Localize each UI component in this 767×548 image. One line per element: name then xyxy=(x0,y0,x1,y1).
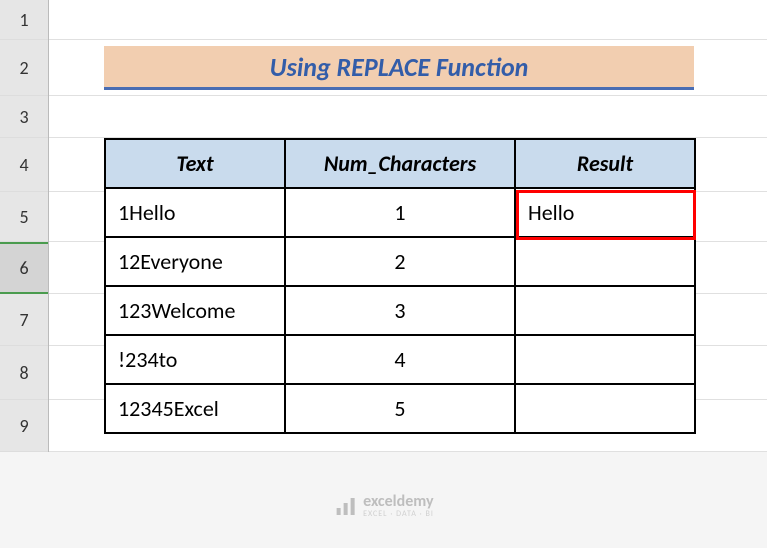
page-title: Using REPLACE Function xyxy=(270,51,529,83)
cell-result[interactable]: Hello xyxy=(515,188,695,237)
header-result[interactable]: Result xyxy=(515,139,695,188)
watermark-sub: EXCEL · DATA · BI xyxy=(363,510,434,518)
cell-text[interactable]: 123Welcome xyxy=(105,286,285,335)
header-text[interactable]: Text xyxy=(105,139,285,188)
row-header-7[interactable]: 7 xyxy=(0,294,48,346)
table-row: 123Welcome 3 xyxy=(105,286,695,335)
cell-num[interactable]: 4 xyxy=(285,335,515,384)
watermark-text: exceldemy EXCEL · DATA · BI xyxy=(363,494,434,518)
watermark-main: exceldemy xyxy=(363,494,434,510)
data-table: Text Num_Characters Result 1Hello 1 Hell… xyxy=(104,138,696,434)
table-row: 12Everyone 2 xyxy=(105,237,695,286)
watermark: exceldemy EXCEL · DATA · BI xyxy=(333,494,434,518)
row-header-8[interactable]: 8 xyxy=(0,346,48,400)
header-num[interactable]: Num_Characters xyxy=(285,139,515,188)
cell-text[interactable]: !234to xyxy=(105,335,285,384)
cell-text[interactable]: 12Everyone xyxy=(105,237,285,286)
cell-num[interactable]: 5 xyxy=(285,384,515,433)
row-header-6[interactable]: 6 xyxy=(0,242,48,294)
cell-text[interactable]: 12345Excel xyxy=(105,384,285,433)
title-banner: Using REPLACE Function xyxy=(104,46,694,90)
row-header-5[interactable]: 5 xyxy=(0,192,48,242)
row-header-9[interactable]: 9 xyxy=(0,400,48,452)
row-header-3[interactable]: 3 xyxy=(0,96,48,138)
table-header-row: Text Num_Characters Result xyxy=(105,139,695,188)
row-header-2[interactable]: 2 xyxy=(0,40,48,96)
table-row: 1Hello 1 Hello xyxy=(105,188,695,237)
chart-icon xyxy=(333,494,357,518)
cell-num[interactable]: 3 xyxy=(285,286,515,335)
spreadsheet: 1 2 3 4 5 6 7 8 9 Using REPLACE Function xyxy=(0,0,767,452)
row-header-1[interactable]: 1 xyxy=(0,0,48,40)
row-headers: 1 2 3 4 5 6 7 8 9 xyxy=(0,0,49,452)
cell-result[interactable] xyxy=(515,384,695,433)
table-row: 12345Excel 5 xyxy=(105,384,695,433)
cell-result[interactable] xyxy=(515,286,695,335)
cell-text[interactable]: 1Hello xyxy=(105,188,285,237)
table-row: !234to 4 xyxy=(105,335,695,384)
row-header-4[interactable]: 4 xyxy=(0,138,48,192)
cell-num[interactable]: 2 xyxy=(285,237,515,286)
grid-area[interactable]: Using REPLACE Function Text Num_Characte… xyxy=(49,0,767,452)
cell-num[interactable]: 1 xyxy=(285,188,515,237)
cell-result[interactable] xyxy=(515,237,695,286)
cell-result[interactable] xyxy=(515,335,695,384)
